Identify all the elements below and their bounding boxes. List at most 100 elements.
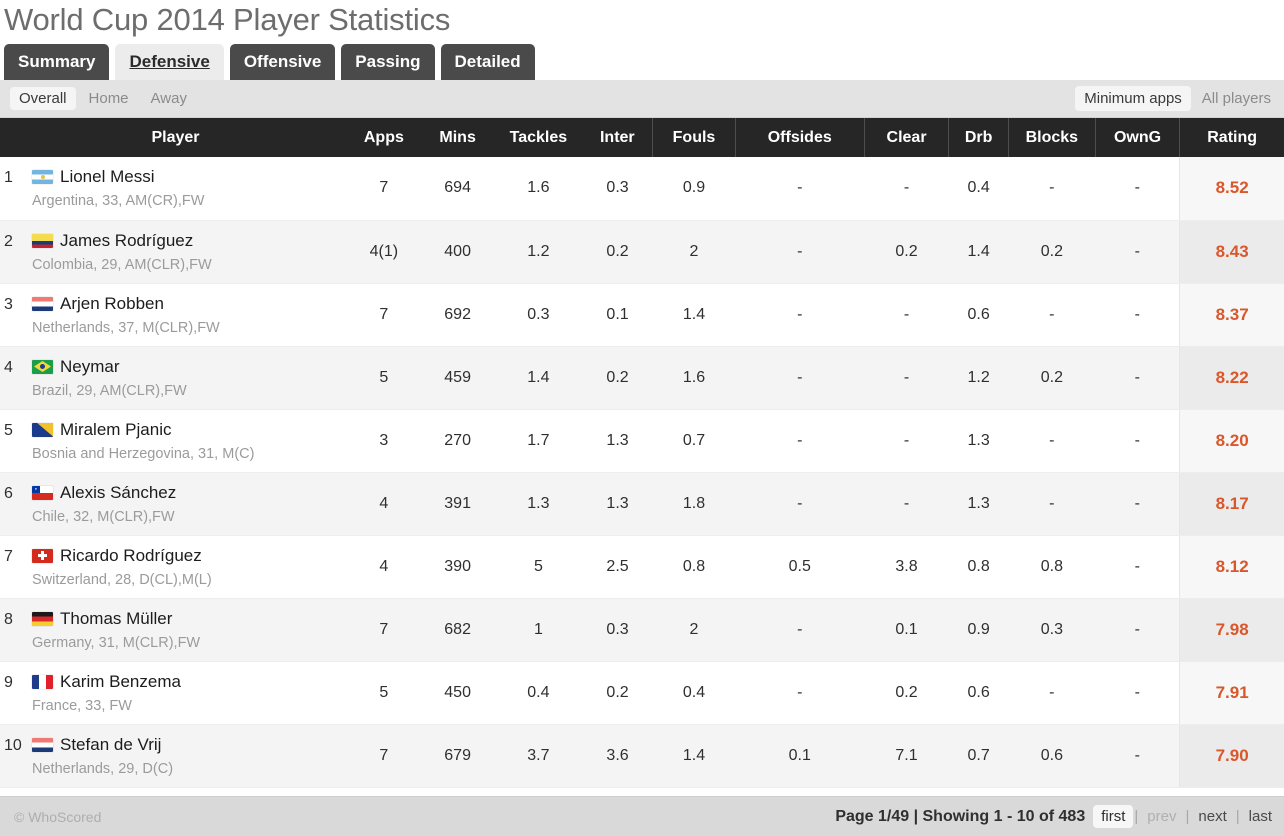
cell-offsides: -: [735, 346, 864, 409]
table-row[interactable]: 3Arjen RobbenNetherlands, 37, M(CLR),FW7…: [0, 283, 1284, 346]
column-header-offsides[interactable]: Offsides: [735, 118, 864, 157]
cell-mins: 390: [421, 535, 495, 598]
player-meta: Germany, 31, M(CLR),FW: [32, 630, 200, 652]
player-name-link[interactable]: Lionel Messi: [60, 166, 155, 188]
venue-filter-overall[interactable]: Overall: [10, 87, 76, 110]
cell-rating: 7.91: [1180, 661, 1284, 724]
player-name-link[interactable]: Thomas Müller: [60, 608, 172, 630]
cell-mins: 459: [421, 346, 495, 409]
cell-fouls: 0.8: [653, 535, 735, 598]
player-rank: 8: [4, 608, 32, 631]
cell-inter: 1.3: [582, 409, 652, 472]
cell-apps: 5: [347, 661, 421, 724]
player-cell: 6Alexis SánchezChile, 32, M(CLR),FW: [0, 472, 347, 535]
table-row[interactable]: 1Lionel MessiArgentina, 33, AM(CR),FW769…: [0, 157, 1284, 220]
cell-fouls: 2: [653, 598, 735, 661]
cell-tackles: 5: [494, 535, 582, 598]
player-filter-minimum-apps[interactable]: Minimum apps: [1075, 86, 1191, 111]
table-body: 1Lionel MessiArgentina, 33, AM(CR),FW769…: [0, 157, 1284, 787]
cell-clear: -: [864, 283, 949, 346]
player-name-link[interactable]: James Rodríguez: [60, 230, 193, 252]
cell-inter: 0.2: [582, 220, 652, 283]
cell-inter: 0.3: [582, 598, 652, 661]
player-name-link[interactable]: Neymar: [60, 356, 120, 378]
player-rank: 2: [4, 230, 32, 253]
player-name-link[interactable]: Alexis Sánchez: [60, 482, 176, 504]
column-header-mins[interactable]: Mins: [421, 118, 495, 157]
table-row[interactable]: 6Alexis SánchezChile, 32, M(CLR),FW43911…: [0, 472, 1284, 535]
cell-offsides: -: [735, 409, 864, 472]
cell-tackles: 1: [494, 598, 582, 661]
cell-blocks: -: [1008, 409, 1095, 472]
cell-fouls: 1.4: [653, 283, 735, 346]
column-header-tackles[interactable]: Tackles: [494, 118, 582, 157]
pagination-last-button[interactable]: last: [1241, 805, 1280, 828]
player-name-link[interactable]: Karim Benzema: [60, 671, 181, 693]
table-row[interactable]: 2 James RodríguezColombia, 29, AM(CLR),FW…: [0, 220, 1284, 283]
pagination-next-button[interactable]: next: [1190, 805, 1234, 828]
cell-offsides: -: [735, 220, 864, 283]
column-header-clear[interactable]: Clear: [864, 118, 949, 157]
cell-rating: 8.17: [1180, 472, 1284, 535]
cell-offsides: -: [735, 598, 864, 661]
venue-filter-away[interactable]: Away: [142, 87, 196, 110]
filter-bar: OverallHomeAway Minimum appsAll players: [0, 80, 1284, 118]
column-header-player[interactable]: Player: [0, 118, 347, 157]
table-row[interactable]: 10Stefan de VrijNetherlands, 29, D(C)767…: [0, 724, 1284, 787]
player-name-link[interactable]: Ricardo Rodríguez: [60, 545, 202, 567]
table-row[interactable]: 4NeymarBrazil, 29, AM(CLR),FW54591.40.21…: [0, 346, 1284, 409]
cell-inter: 0.2: [582, 346, 652, 409]
flag-icon: [32, 360, 53, 374]
column-header-inter[interactable]: Inter: [582, 118, 652, 157]
table-row[interactable]: 5Miralem PjanicBosnia and Herzegovina, 3…: [0, 409, 1284, 472]
cell-rating: 7.98: [1180, 598, 1284, 661]
flag-icon: [32, 738, 53, 752]
column-header-drb[interactable]: Drb: [949, 118, 1009, 157]
table-row[interactable]: 9Karim BenzemaFrance, 33, FW54500.40.20.…: [0, 661, 1284, 724]
cell-owng: -: [1095, 472, 1180, 535]
tab-detailed[interactable]: Detailed: [441, 44, 535, 80]
tab-offensive[interactable]: Offensive: [230, 44, 335, 80]
player-rank: 6: [4, 482, 32, 505]
cell-clear: 7.1: [864, 724, 949, 787]
tab-defensive[interactable]: Defensive: [115, 44, 223, 80]
player-info: Ricardo RodríguezSwitzerland, 28, D(CL),…: [32, 545, 212, 589]
column-header-fouls[interactable]: Fouls: [653, 118, 735, 157]
venue-filter-home[interactable]: Home: [80, 87, 138, 110]
player-cell-content: 7Ricardo RodríguezSwitzerland, 28, D(CL)…: [4, 545, 347, 589]
player-meta: Colombia, 29, AM(CLR),FW: [32, 252, 212, 274]
player-info: Lionel MessiArgentina, 33, AM(CR),FW: [32, 166, 204, 210]
table-row[interactable]: 7Ricardo RodríguezSwitzerland, 28, D(CL)…: [0, 535, 1284, 598]
cell-apps: 7: [347, 724, 421, 787]
player-filter-all-players[interactable]: All players: [1193, 86, 1280, 111]
column-header-rating[interactable]: Rating: [1180, 118, 1284, 157]
player-rank: 4: [4, 356, 32, 379]
cell-tackles: 1.6: [494, 157, 582, 220]
player-meta: Netherlands, 29, D(C): [32, 756, 173, 778]
pagination-first-button[interactable]: first: [1093, 805, 1133, 828]
cell-inter: 2.5: [582, 535, 652, 598]
brand-label: © WhoScored: [14, 809, 101, 825]
player-name-link[interactable]: Arjen Robben: [60, 293, 164, 315]
cell-clear: -: [864, 409, 949, 472]
cell-inter: 0.3: [582, 157, 652, 220]
cell-drb: 1.3: [949, 472, 1009, 535]
player-rank: 9: [4, 671, 32, 694]
tab-summary[interactable]: Summary: [4, 44, 109, 80]
cell-fouls: 2: [653, 220, 735, 283]
table-row[interactable]: 8Thomas MüllerGermany, 31, M(CLR),FW7682…: [0, 598, 1284, 661]
column-header-blocks[interactable]: Blocks: [1008, 118, 1095, 157]
cell-blocks: -: [1008, 661, 1095, 724]
player-info: Arjen RobbenNetherlands, 37, M(CLR),FW: [32, 293, 220, 337]
cell-offsides: -: [735, 157, 864, 220]
cell-clear: 3.8: [864, 535, 949, 598]
player-rank: 1: [4, 166, 32, 189]
player-name-link[interactable]: Stefan de Vrij: [60, 734, 161, 756]
tab-passing[interactable]: Passing: [341, 44, 434, 80]
player-cell-content: 8 Thomas MüllerGermany, 31, M(CLR),FW: [4, 608, 347, 652]
column-header-owng[interactable]: OwnG: [1095, 118, 1180, 157]
cell-fouls: 0.9: [653, 157, 735, 220]
player-name-link[interactable]: Miralem Pjanic: [60, 419, 171, 441]
cell-mins: 400: [421, 220, 495, 283]
column-header-apps[interactable]: Apps: [347, 118, 421, 157]
